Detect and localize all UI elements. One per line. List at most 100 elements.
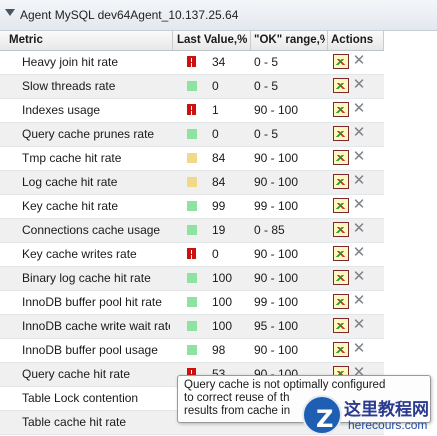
table-row[interactable]: Key cache writes rate 0 90 - 100 ✕	[0, 243, 384, 267]
table-row[interactable]: InnoDB cache write wait rate 100 95 - 100 ✕	[0, 315, 384, 339]
last-value: 84	[212, 151, 226, 165]
metric-name: InnoDB buffer pool hit rate	[22, 295, 162, 309]
delete-icon[interactable]: ✕	[352, 76, 366, 94]
last-value: 100	[212, 271, 233, 285]
ok-range: 90 - 100	[254, 175, 299, 189]
last-value: 34	[212, 55, 226, 69]
column-header-actions[interactable]: Actions	[331, 34, 381, 46]
status-indicator-icon	[187, 297, 197, 307]
chart-icon[interactable]	[333, 102, 349, 117]
ok-range: 0 - 5	[254, 55, 279, 69]
ok-range: 0 - 5	[254, 127, 279, 141]
ok-range: 90 - 100	[254, 247, 299, 261]
column-header-last-value[interactable]: Last Value,%	[177, 34, 250, 46]
chart-icon[interactable]	[333, 78, 349, 93]
metric-name: Slow threads rate	[22, 79, 116, 93]
chart-icon[interactable]	[333, 126, 349, 141]
last-value: 1	[212, 103, 219, 117]
last-value: 0	[212, 79, 219, 93]
delete-icon[interactable]: ✕	[352, 124, 366, 142]
chart-icon[interactable]	[333, 222, 349, 237]
watermark-site-name: 这里教程网	[344, 400, 429, 420]
metric-name: Query cache prunes rate	[22, 127, 155, 141]
status-indicator-icon	[187, 81, 197, 91]
ok-range: 90 - 100	[254, 271, 299, 285]
table-row[interactable]: InnoDB buffer pool hit rate 100 99 - 100 ✕	[0, 291, 384, 315]
chart-icon[interactable]	[333, 318, 349, 333]
metric-name: Indexes usage	[22, 103, 101, 117]
delete-icon[interactable]: ✕	[352, 268, 366, 286]
status-indicator-icon	[187, 273, 197, 283]
last-value: 99	[212, 199, 226, 213]
tooltip-line: Query cache is not optimally configured	[184, 379, 386, 391]
column-divider[interactable]	[172, 31, 173, 50]
delete-icon[interactable]: ✕	[352, 52, 366, 70]
chart-icon[interactable]	[333, 246, 349, 261]
metric-name: Log cache hit rate	[22, 175, 118, 189]
column-divider[interactable]	[327, 31, 328, 50]
table-row[interactable]: Indexes usage 1 90 - 100 ✕	[0, 99, 384, 123]
panel-titlebar[interactable]: Agent MySQL dev64Agent_10.137.25.64	[0, 0, 437, 31]
chart-icon[interactable]	[333, 198, 349, 213]
table-row[interactable]: Slow threads rate 0 0 - 5 ✕	[0, 75, 384, 99]
table-row[interactable]: Log cache hit rate 84 90 - 100 ✕	[0, 171, 384, 195]
delete-icon[interactable]: ✕	[352, 196, 366, 214]
alert-icon	[187, 56, 196, 67]
table-header: Metric Last Value,% "OK" range,% Actions	[0, 31, 437, 51]
table-row[interactable]: Tmp cache hit rate 84 90 - 100 ✕	[0, 147, 384, 171]
delete-icon[interactable]: ✕	[352, 340, 366, 358]
table-row[interactable]: Query cache prunes rate 0 0 - 5 ✕	[0, 123, 384, 147]
last-value: 100	[212, 319, 233, 333]
delete-icon[interactable]: ✕	[352, 316, 366, 334]
status-indicator-icon	[187, 177, 197, 187]
metric-name: Query cache hit rate	[22, 367, 131, 381]
chart-icon[interactable]	[333, 342, 349, 357]
status-indicator-icon	[187, 321, 197, 331]
column-divider[interactable]	[250, 31, 251, 50]
table-row[interactable]: Connections cache usage 19 0 - 85 ✕	[0, 219, 384, 243]
delete-icon[interactable]: ✕	[352, 100, 366, 118]
watermark-logo: Z 这里教程网 herecours.com	[300, 392, 437, 436]
table-row[interactable]: Heavy join hit rate 34 0 - 5 ✕	[0, 51, 384, 75]
status-indicator-icon	[187, 129, 197, 139]
ok-range: 95 - 100	[254, 319, 299, 333]
metric-name: Tmp cache hit rate	[22, 151, 122, 165]
metric-name: Table cache hit rate	[22, 415, 127, 429]
ok-range: 90 - 100	[254, 343, 299, 357]
chart-icon[interactable]	[333, 150, 349, 165]
status-indicator-icon	[187, 345, 197, 355]
metric-name: Heavy join hit rate	[22, 55, 119, 69]
watermark-icon: Z	[302, 395, 342, 435]
chart-icon[interactable]	[333, 294, 349, 309]
last-value: 0	[212, 127, 219, 141]
status-indicator-icon	[187, 153, 197, 163]
table-row[interactable]: InnoDB buffer pool usage 98 90 - 100 ✕	[0, 339, 384, 363]
alert-icon	[187, 248, 196, 259]
delete-icon[interactable]: ✕	[352, 220, 366, 238]
column-header-ok-range[interactable]: "OK" range,%	[254, 34, 325, 46]
chart-icon[interactable]	[333, 54, 349, 69]
table-row[interactable]: Key cache hit rate 99 99 - 100 ✕	[0, 195, 384, 219]
delete-icon[interactable]: ✕	[352, 292, 366, 310]
ok-range: 0 - 5	[254, 79, 279, 93]
column-header-metric[interactable]: Metric	[9, 34, 169, 46]
delete-icon[interactable]: ✕	[352, 172, 366, 190]
metric-name: Key cache hit rate	[22, 199, 119, 213]
ok-range: 0 - 85	[254, 223, 285, 237]
agent-panel: Agent MySQL dev64Agent_10.137.25.64 Metr…	[0, 0, 437, 436]
metric-name: InnoDB cache write wait rate	[22, 319, 170, 333]
metric-name: Key cache writes rate	[22, 247, 137, 261]
ok-range: 99 - 100	[254, 295, 299, 309]
metric-name: Table Lock contention	[22, 391, 139, 405]
ok-range: 99 - 100	[254, 199, 299, 213]
ok-range: 90 - 100	[254, 151, 299, 165]
collapse-arrow-icon[interactable]	[5, 9, 15, 16]
delete-icon[interactable]: ✕	[352, 244, 366, 262]
alert-icon	[187, 104, 196, 115]
chart-icon[interactable]	[333, 174, 349, 189]
status-indicator-icon	[187, 201, 197, 211]
delete-icon[interactable]: ✕	[352, 148, 366, 166]
table-row[interactable]: Binary log cache hit rate 100 90 - 100 ✕	[0, 267, 384, 291]
chart-icon[interactable]	[333, 270, 349, 285]
metric-name: InnoDB buffer pool usage	[22, 343, 158, 357]
